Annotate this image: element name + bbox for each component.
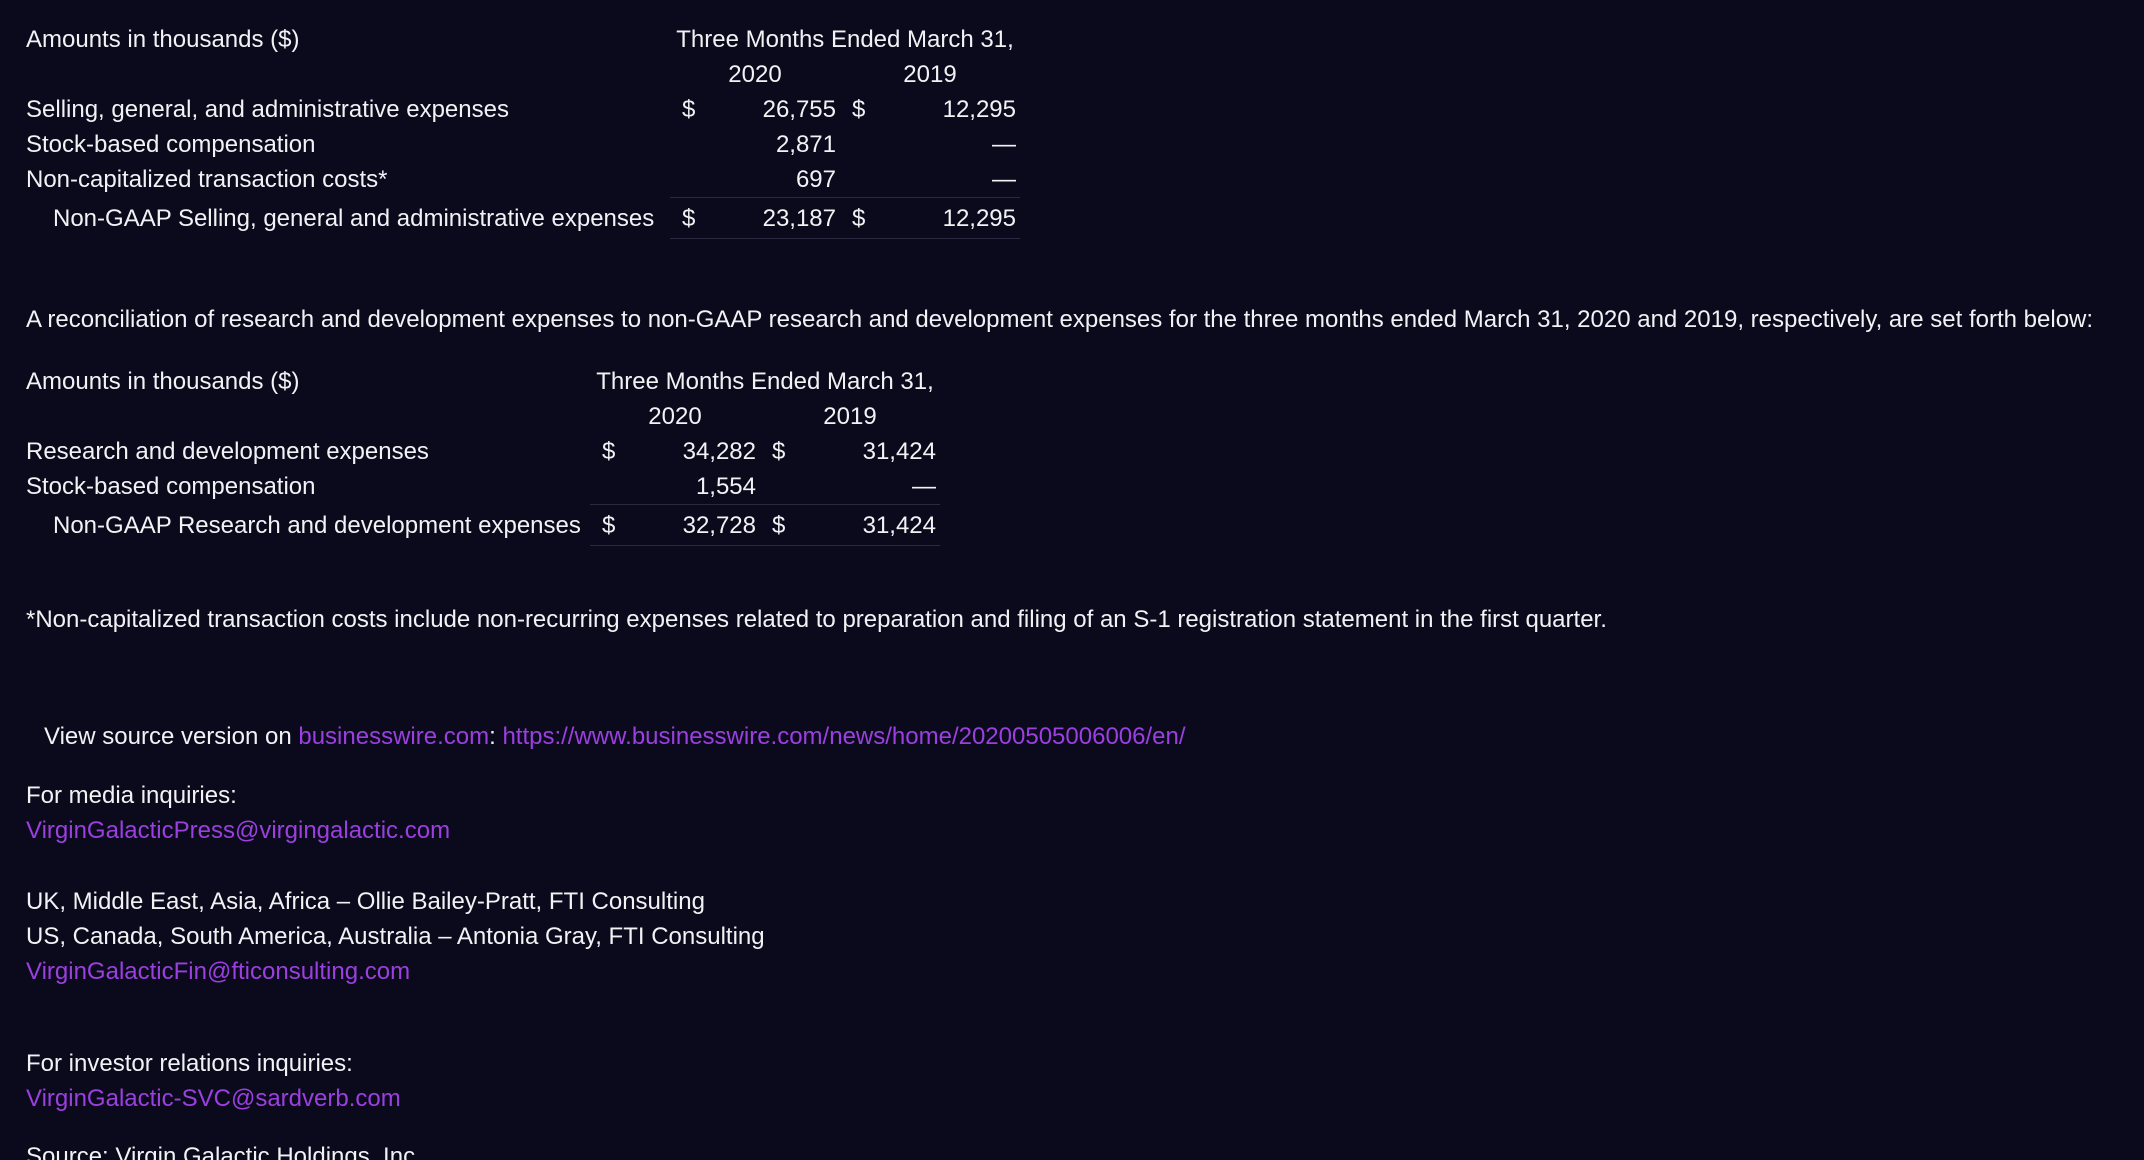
value-2019: — — [912, 473, 936, 500]
currency-symbol: $ — [602, 438, 616, 465]
view-source-prefix: View source version on — [44, 723, 299, 750]
value-2019: 31,424 — [862, 438, 936, 465]
value-2020: 697 — [795, 166, 836, 193]
row-label: Non-capitalized transaction costs* — [26, 166, 388, 194]
currency-symbol — [590, 469, 630, 505]
separator: : — [489, 723, 503, 750]
currency-symbol: $ — [760, 504, 800, 546]
table-row: Stock-based compensation 2,871 — — [26, 127, 1020, 162]
currency-symbol — [760, 469, 800, 505]
table-header-row: Amounts in thousands ($) Three Months En… — [26, 22, 1020, 57]
row-label: Stock-based compensation — [26, 131, 316, 158]
currency-symbol: $ — [682, 96, 696, 123]
rd-reconciliation-table: Amounts in thousands ($) Three Months En… — [26, 364, 940, 546]
table-row: Non-capitalized transaction costs* 697 — — [26, 162, 1020, 198]
value-2019: — — [992, 166, 1016, 193]
table-year-row: 2020 2019 — [26, 57, 1020, 92]
view-source-line: View source version on businesswire.com:… — [44, 719, 1186, 754]
currency-symbol: $ — [852, 96, 866, 123]
currency-symbol: $ — [772, 438, 786, 465]
businesswire-link[interactable]: businesswire.com — [298, 723, 489, 750]
total-label: Non-GAAP Research and development expens… — [53, 511, 581, 539]
sga-reconciliation-table: Amounts in thousands ($) Three Months En… — [26, 22, 1020, 239]
amounts-label: Amounts in thousands ($) — [26, 26, 300, 53]
media-email-link[interactable]: VirginGalacticPress@virgingalactic.com — [26, 817, 450, 844]
period-header: Three Months Ended March 31, — [596, 368, 934, 395]
year-2019-header: 2019 — [823, 403, 877, 430]
investor-contact-block: For investor relations inquiries: Virgin… — [26, 1046, 401, 1116]
source-url-link[interactable]: https://www.businesswire.com/news/home/2… — [502, 723, 1185, 750]
currency-symbol — [670, 127, 710, 162]
fti-contact-line-1: UK, Middle East, Asia, Africa – Ollie Ba… — [26, 888, 705, 915]
value-2020: 1,554 — [695, 473, 756, 500]
currency-symbol: $ — [590, 504, 630, 546]
currency-symbol — [840, 162, 880, 198]
value-2019: 12,295 — [942, 96, 1016, 123]
currency-symbol: $ — [840, 197, 880, 239]
year-2020-header: 2020 — [728, 61, 782, 88]
investor-email-link[interactable]: VirginGalactic-SVC@sardverb.com — [26, 1085, 401, 1112]
value-2020: 26,755 — [762, 96, 836, 123]
media-contact-block: For media inquiries: VirginGalacticPress… — [26, 778, 450, 848]
total-value-2019: 12,295 — [880, 197, 1020, 239]
amounts-label: Amounts in thousands ($) — [26, 368, 300, 395]
investor-heading: For investor relations inquiries: — [26, 1050, 353, 1077]
total-value-2019: 31,424 — [800, 504, 940, 546]
row-label: Research and development expenses — [26, 438, 429, 465]
rd-intro-paragraph: A reconciliation of research and develop… — [26, 306, 2094, 333]
table-row: Selling, general, and administrative exp… — [26, 92, 1020, 127]
source-line: Source: Virgin Galactic Holdings, Inc. — [26, 1143, 422, 1160]
fti-contact-block: UK, Middle East, Asia, Africa – Ollie Ba… — [26, 884, 765, 989]
fti-email-link[interactable]: VirginGalacticFin@fticonsulting.com — [26, 958, 410, 985]
table-row: Stock-based compensation 1,554 — — [26, 469, 940, 505]
value-2020: 2,871 — [775, 131, 836, 158]
total-value-2020: 23,187 — [710, 197, 840, 239]
year-2020-header: 2020 — [648, 403, 702, 430]
footnote: *Non-capitalized transaction costs inclu… — [26, 606, 1607, 633]
year-2019-header: 2019 — [903, 61, 957, 88]
period-header: Three Months Ended March 31, — [676, 26, 1014, 53]
row-label: Stock-based compensation — [26, 473, 316, 501]
currency-symbol: $ — [670, 197, 710, 239]
currency-symbol — [670, 162, 710, 198]
currency-symbol — [840, 127, 880, 162]
table-year-row: 2020 2019 — [26, 399, 940, 434]
value-2019: — — [992, 131, 1016, 158]
row-label: Selling, general, and administrative exp… — [26, 96, 509, 123]
total-value-2020: 32,728 — [630, 504, 760, 546]
fti-contact-line-2: US, Canada, South America, Australia – A… — [26, 923, 765, 950]
value-2020: 34,282 — [682, 438, 756, 465]
table-header-row: Amounts in thousands ($) Three Months En… — [26, 364, 940, 399]
total-label: Non-GAAP Selling, general and administra… — [53, 204, 655, 232]
table-total-row: Non-GAAP Selling, general and administra… — [26, 197, 1020, 239]
table-total-row: Non-GAAP Research and development expens… — [26, 504, 940, 546]
table-row: Research and development expenses $ 34,2… — [26, 434, 940, 469]
media-heading: For media inquiries: — [26, 782, 237, 809]
